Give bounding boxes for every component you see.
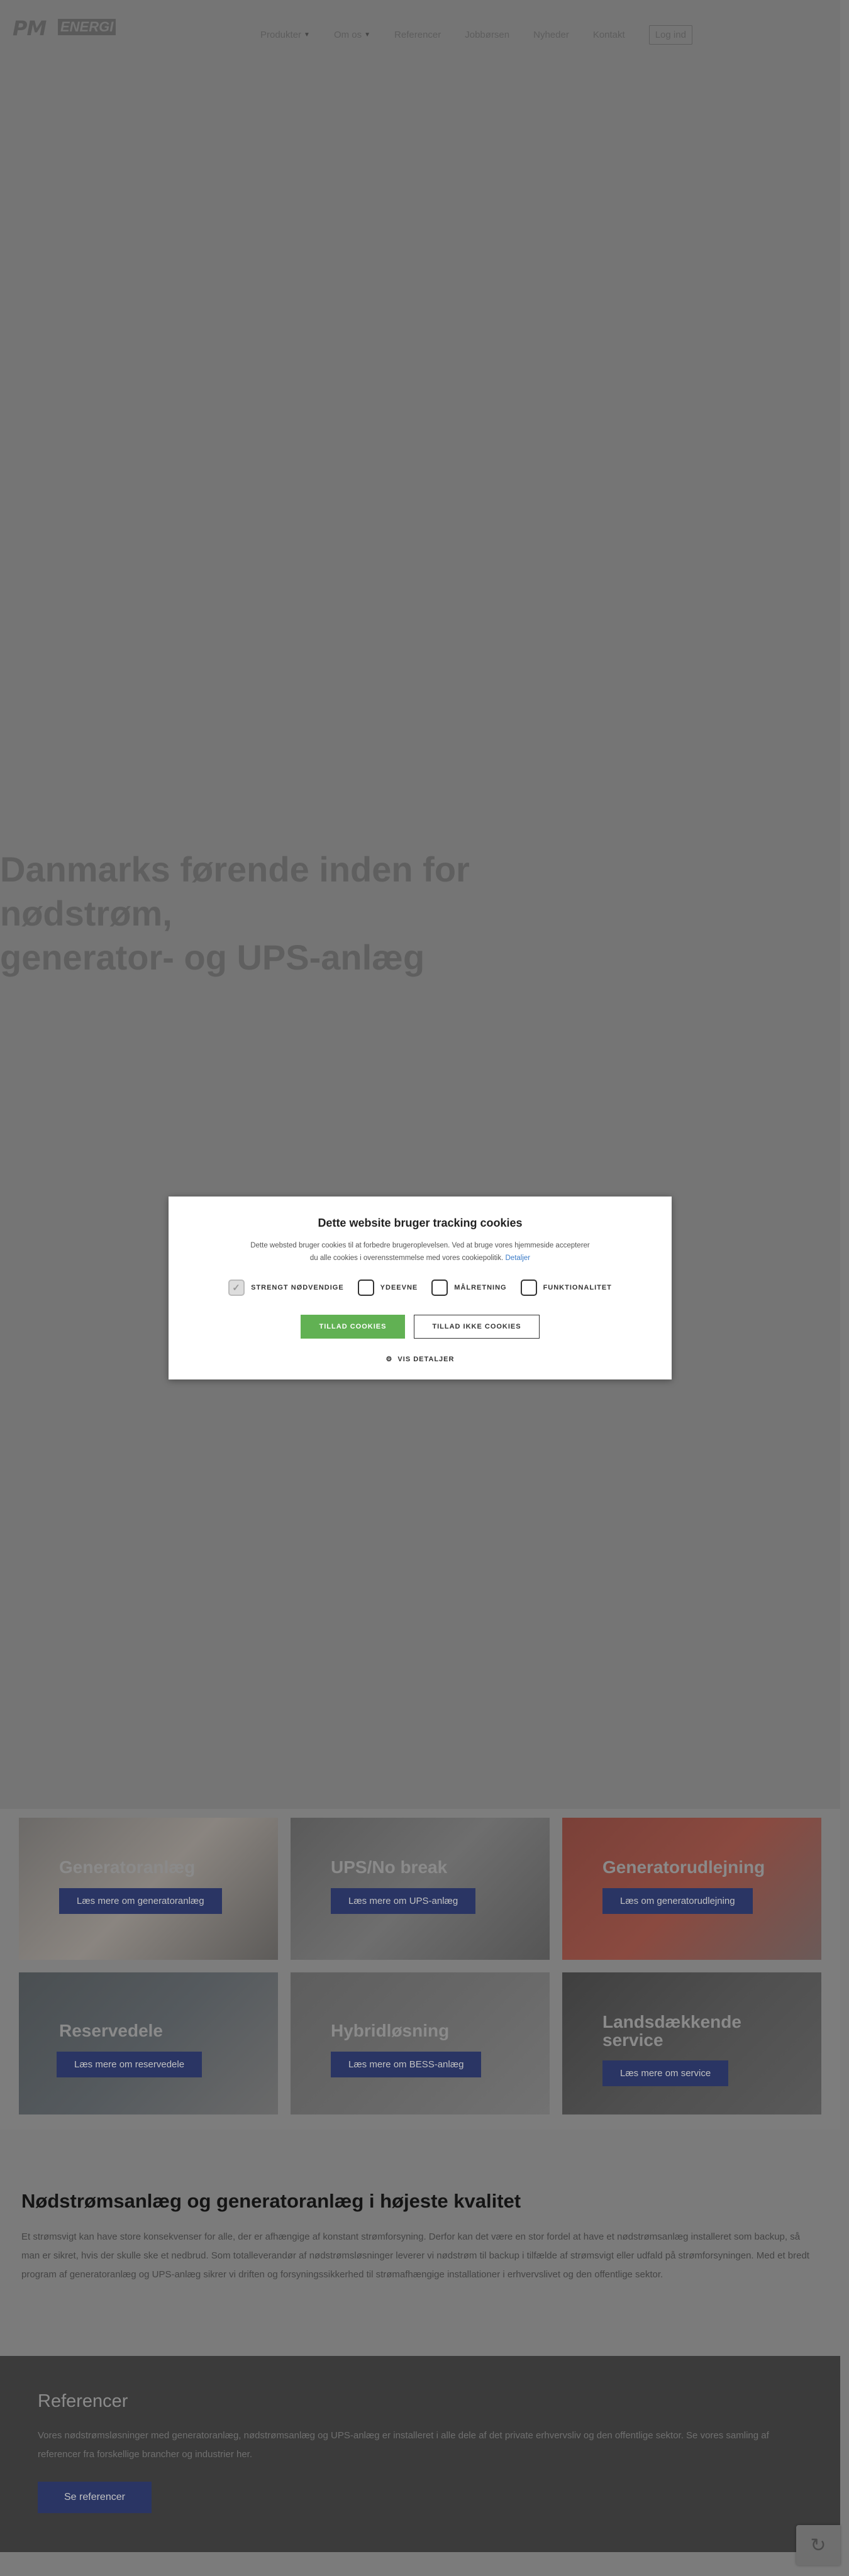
checkbox-icon[interactable] — [431, 1280, 448, 1296]
card-ups[interactable]: UPS/No break Læs mere om UPS-anlæg — [291, 1818, 550, 1960]
hero-section: Danmarks førende inden for nødstrøm, gen… — [0, 0, 840, 1809]
quality-title: Nødstrømsanlæg og generatoranlæg i højes… — [21, 2190, 521, 2212]
hero-title-line1: Danmarks førende inden for nødstrøm, — [0, 849, 470, 933]
chevron-down-icon: ▼ — [304, 31, 310, 38]
show-details-toggle[interactable]: ⚙ VIS DETALJER — [169, 1355, 672, 1364]
logo-text: PM — [13, 16, 47, 40]
card-title: Generatoranlæg — [59, 1857, 196, 1877]
cookie-option-necessary[interactable]: ✓ STRENGT NØDVENDIGE — [228, 1280, 344, 1296]
card-title: Generatorudlejning — [602, 1857, 765, 1877]
card-button[interactable]: Læs om generatorudlejning — [602, 1888, 753, 1914]
card-reservedele[interactable]: Reservedele Læs mere om reservedele — [19, 1972, 278, 2114]
cookie-desc-line2: du alle cookies i overensstemmelse med v… — [309, 1254, 504, 1262]
recaptcha-icon: ↻ — [810, 2535, 826, 2556]
nav-label: Nyheder — [533, 30, 569, 40]
nav-label: Referencer — [394, 30, 441, 40]
main-nav: Produkter ▼ Om os ▼ Referencer Jobbørsen N… — [260, 25, 692, 45]
cookie-option-targeting[interactable]: MÅLRETNING — [431, 1280, 506, 1296]
card-button[interactable]: Læs mere om reservedele — [57, 2052, 203, 2077]
nav-item-nyheder[interactable]: Nyheder — [533, 30, 569, 40]
cookie-option-label: YDEEVNE — [380, 1284, 418, 1291]
nav-label: Kontakt — [592, 30, 625, 40]
checkbox-icon[interactable] — [520, 1280, 537, 1296]
card-title: Landsdækkende service — [602, 2012, 741, 2050]
nav-label: Jobbørsen — [465, 30, 510, 40]
login-button[interactable]: Log ind — [648, 25, 692, 45]
card-generatorudlejning[interactable]: Generatorudlejning Læs om generatorudlej… — [562, 1818, 821, 1960]
checkbox-checked-icon[interactable]: ✓ — [228, 1280, 245, 1296]
cookie-option-performance[interactable]: YDEEVNE — [357, 1280, 418, 1296]
nav-label: Produkter — [260, 30, 302, 40]
deny-cookies-button[interactable]: TILLAD IKKE COOKIES — [414, 1315, 540, 1339]
quality-section: Nødstrømsanlæg og generatoranlæg i højes… — [0, 2130, 840, 2356]
nav-item-jobborsen[interactable]: Jobbørsen — [465, 30, 509, 40]
references-title: Referencer — [38, 2391, 128, 2411]
logo[interactable]: PM ENERGI — [13, 16, 136, 41]
allow-cookies-button[interactable]: TILLAD COOKIES — [301, 1315, 405, 1339]
card-image — [291, 1972, 550, 2114]
cookie-option-label: STRENGT NØDVENDIGE — [251, 1284, 344, 1291]
card-title: Reservedele — [59, 2021, 164, 2040]
nav-item-produkter[interactable]: Produkter ▼ — [260, 30, 310, 40]
cookie-description: Dette websted bruger cookies til at forb… — [225, 1239, 615, 1264]
card-button[interactable]: Læs mere om generatoranlæg — [59, 1888, 222, 1914]
references-section: Referencer Vores nødstrømsløsninger med … — [0, 2356, 840, 2552]
card-title: UPS/No break — [331, 1857, 448, 1877]
cookie-buttons: TILLAD COOKIES TILLAD IKKE COOKIES — [169, 1315, 672, 1339]
product-cards: Generatoranlæg Læs mere om generatoranlæ… — [0, 1809, 840, 2130]
chevron-down-icon: ▼ — [364, 31, 371, 38]
cookie-option-functionality[interactable]: FUNKTIONALITET — [520, 1280, 612, 1296]
card-button[interactable]: Læs mere om UPS-anlæg — [331, 1888, 476, 1914]
cookie-desc-line1: Dette websted bruger cookies til at forb… — [250, 1242, 590, 1249]
cookie-dialog: Dette website bruger tracking cookies De… — [169, 1197, 672, 1379]
card-generatoranlaeg[interactable]: Generatoranlæg Læs mere om generatoranlæ… — [19, 1818, 278, 1960]
see-references-button[interactable]: Se referencer — [38, 2482, 152, 2513]
show-details-label: VIS DETALJER — [397, 1355, 455, 1363]
card-hybridlosning[interactable]: Hybridløsning Læs mere om BESS-anlæg — [291, 1972, 550, 2114]
cookie-title: Dette website bruger tracking cookies — [318, 1217, 523, 1229]
card-button[interactable]: Læs mere om BESS-anlæg — [331, 2052, 482, 2077]
logo-sub: ENERGI — [58, 19, 116, 35]
card-button[interactable]: Læs mere om service — [602, 2060, 729, 2086]
hero-title: Danmarks førende inden for nødstrøm, gen… — [0, 848, 629, 980]
site-header: PM ENERGI Produkter ▼ Om os ▼ Referencer J… — [0, 0, 840, 65]
page-scrollbar[interactable] — [840, 0, 849, 2576]
nav-label: Om os — [333, 30, 362, 40]
references-text: Vores nødstrømsløsninger med generatoran… — [38, 2430, 769, 2460]
cookie-details-link[interactable]: Detaljer — [506, 1254, 531, 1262]
cookie-options: ✓ STRENGT NØDVENDIGE YDEEVNE MÅLRETNING … — [169, 1280, 672, 1296]
hero-title-line2: generator- og UPS-anlæg — [0, 937, 425, 977]
nav-item-om-os[interactable]: Om os ▼ — [334, 30, 370, 40]
cookie-option-label: FUNKTIONALITET — [543, 1284, 612, 1291]
cookie-option-label: MÅLRETNING — [454, 1284, 507, 1291]
card-title: Hybridløsning — [331, 2021, 450, 2040]
card-service[interactable]: Landsdækkende service Læs mere om servic… — [562, 1972, 821, 2114]
nav-item-kontakt[interactable]: Kontakt — [593, 30, 625, 40]
footer-strip — [0, 2552, 840, 2576]
quality-text: Et strømsvigt kan have store konsekvense… — [21, 2231, 809, 2280]
checkbox-icon[interactable] — [357, 1280, 374, 1296]
card-image — [19, 1972, 278, 2114]
nav-item-referencer[interactable]: Referencer — [394, 30, 441, 40]
gear-icon: ⚙ — [386, 1356, 393, 1363]
recaptcha-badge[interactable]: ↻ — [796, 2525, 840, 2565]
